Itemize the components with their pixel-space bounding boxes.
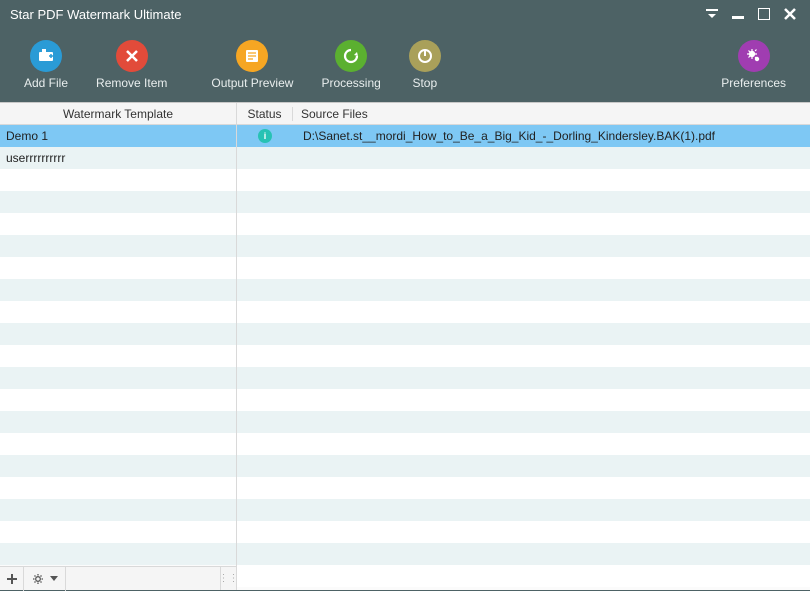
- list-item[interactable]: [0, 455, 236, 477]
- list-item[interactable]: [237, 191, 810, 213]
- list-item[interactable]: [237, 477, 810, 499]
- files-list[interactable]: i D:\Sanet.st__mordi_How_to_Be_a_Big_Kid_…: [237, 125, 810, 590]
- template-header[interactable]: Watermark Template: [0, 107, 236, 121]
- list-item[interactable]: [237, 389, 810, 411]
- template-pane: Watermark Template Demo 1 userrrrrrrrrr ⋮…: [0, 103, 237, 590]
- list-item[interactable]: [0, 301, 236, 323]
- list-item[interactable]: [237, 543, 810, 565]
- maximize-icon[interactable]: [754, 4, 774, 24]
- source-cell: D:\Sanet.st__mordi_How_to_Be_a_Big_Kid_-…: [293, 129, 810, 143]
- add-file-label: Add File: [24, 76, 68, 90]
- list-item[interactable]: [237, 455, 810, 477]
- main-toolbar: Add File Remove Item Output Preview Proc…: [0, 28, 810, 102]
- files-header-row: Status Source Files: [237, 103, 810, 125]
- output-preview-label: Output Preview: [211, 76, 293, 90]
- template-item-label: Demo 1: [6, 129, 48, 143]
- list-item[interactable]: [0, 235, 236, 257]
- list-item[interactable]: [0, 345, 236, 367]
- source-header[interactable]: Source Files: [293, 107, 810, 121]
- template-item-label: userrrrrrrrrr: [6, 151, 65, 165]
- status-header[interactable]: Status: [237, 107, 293, 121]
- list-item[interactable]: [0, 279, 236, 301]
- add-template-button[interactable]: [0, 567, 24, 591]
- list-item[interactable]: [0, 213, 236, 235]
- list-item[interactable]: [237, 279, 810, 301]
- list-item[interactable]: [237, 147, 810, 169]
- template-header-row: Watermark Template: [0, 103, 236, 125]
- minimize-icon[interactable]: [728, 4, 748, 24]
- output-preview-icon: [236, 40, 268, 72]
- processing-button[interactable]: Processing: [321, 40, 380, 90]
- output-preview-button[interactable]: Output Preview: [211, 40, 293, 90]
- list-item[interactable]: [237, 367, 810, 389]
- remove-item-label: Remove Item: [96, 76, 167, 90]
- info-icon: i: [258, 129, 272, 143]
- list-item[interactable]: [237, 411, 810, 433]
- list-item[interactable]: [0, 411, 236, 433]
- preferences-icon: [738, 40, 770, 72]
- list-item[interactable]: [0, 543, 236, 565]
- list-item[interactable]: [0, 499, 236, 521]
- list-item[interactable]: [237, 323, 810, 345]
- list-item[interactable]: [0, 257, 236, 279]
- list-item[interactable]: [237, 499, 810, 521]
- preferences-label: Preferences: [721, 76, 786, 90]
- stop-icon: [409, 40, 441, 72]
- stop-label: Stop: [412, 76, 437, 90]
- list-item[interactable]: [237, 433, 810, 455]
- processing-label: Processing: [321, 76, 380, 90]
- resize-grip-icon[interactable]: ⋮⋮: [220, 567, 236, 590]
- list-item[interactable]: Demo 1: [0, 125, 236, 147]
- list-item[interactable]: [237, 565, 810, 587]
- preferences-button[interactable]: Preferences: [721, 40, 786, 90]
- dropdown-icon[interactable]: [702, 4, 722, 24]
- list-item[interactable]: [0, 169, 236, 191]
- close-icon[interactable]: [780, 4, 800, 24]
- list-item[interactable]: i D:\Sanet.st__mordi_How_to_Be_a_Big_Kid_…: [237, 125, 810, 147]
- titlebar: Star PDF Watermark Ultimate: [0, 0, 810, 28]
- stop-button[interactable]: Stop: [409, 40, 441, 90]
- template-delete-button[interactable]: [66, 567, 90, 591]
- list-item[interactable]: [237, 301, 810, 323]
- list-item[interactable]: [0, 521, 236, 543]
- list-item[interactable]: [237, 213, 810, 235]
- status-cell: i: [237, 129, 293, 143]
- list-item[interactable]: [0, 433, 236, 455]
- list-item[interactable]: [0, 323, 236, 345]
- template-list[interactable]: Demo 1 userrrrrrrrrr: [0, 125, 236, 566]
- remove-item-button[interactable]: Remove Item: [96, 40, 167, 90]
- list-item[interactable]: [0, 477, 236, 499]
- add-file-button[interactable]: Add File: [24, 40, 68, 90]
- list-item[interactable]: [237, 169, 810, 191]
- list-item[interactable]: [0, 191, 236, 213]
- files-pane: Status Source Files i D:\Sanet.st__mordi_…: [237, 103, 810, 590]
- list-item[interactable]: [0, 367, 236, 389]
- add-file-icon: [30, 40, 62, 72]
- list-item[interactable]: [237, 235, 810, 257]
- list-item[interactable]: [0, 389, 236, 411]
- list-item[interactable]: [237, 257, 810, 279]
- processing-icon: [335, 40, 367, 72]
- list-item[interactable]: [237, 521, 810, 543]
- window-title: Star PDF Watermark Ultimate: [10, 7, 181, 22]
- list-item[interactable]: [237, 345, 810, 367]
- remove-item-icon: [116, 40, 148, 72]
- list-item[interactable]: userrrrrrrrrr: [0, 147, 236, 169]
- template-bottom-toolbar: ⋮⋮: [0, 566, 236, 590]
- template-settings-button[interactable]: [24, 567, 66, 591]
- content-area: Watermark Template Demo 1 userrrrrrrrrr ⋮…: [0, 102, 810, 590]
